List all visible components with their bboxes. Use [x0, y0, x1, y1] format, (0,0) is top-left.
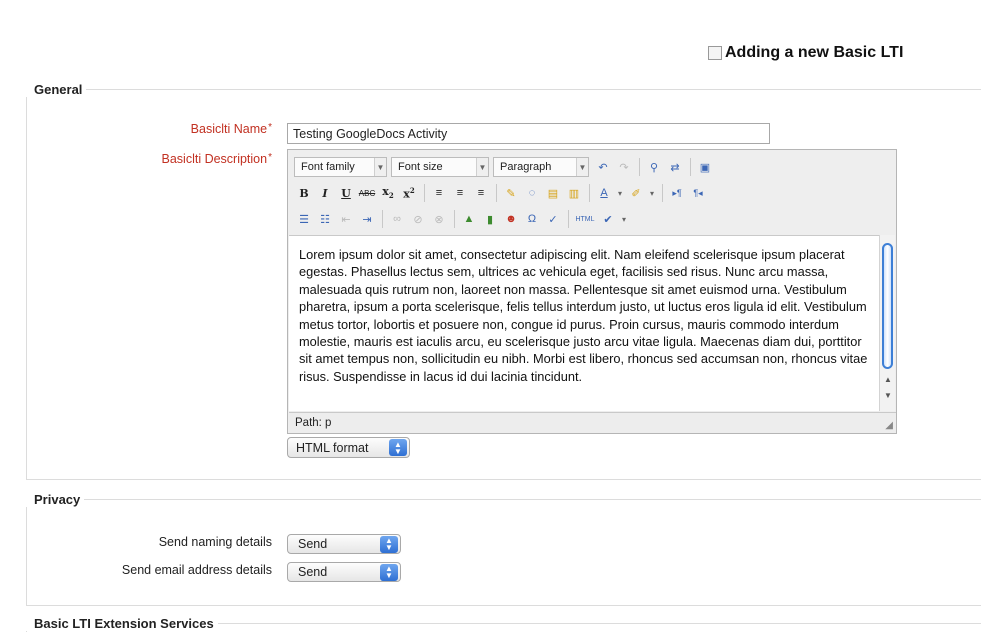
toolbar-separator	[568, 210, 569, 228]
required-icon: *	[268, 122, 272, 133]
paste-word-icon[interactable]: ▥	[564, 183, 584, 203]
dropdown-arrow-icon: ▼	[374, 158, 386, 176]
spellchecker-icon[interactable]: ✔	[598, 209, 618, 229]
numbered-list-icon[interactable]: ☷	[315, 209, 335, 229]
bullet-list-icon[interactable]: ☰	[294, 209, 314, 229]
page-heading: Adding a new Basic LTI	[708, 44, 903, 62]
privacy-section: Privacy	[26, 492, 981, 606]
find-icon[interactable]: ⚲	[644, 157, 664, 177]
undo-icon[interactable]: ↶	[593, 157, 613, 177]
select-stepper-icon: ▲ ▼	[389, 439, 407, 456]
description-label: Basiclti Description*	[161, 152, 273, 166]
image-icon[interactable]: ▲	[459, 209, 479, 229]
editor-path-bar: Path: p ◢	[289, 412, 896, 433]
scrollbar-thumb[interactable]	[882, 243, 893, 369]
select-stepper-icon: ▲ ▼	[380, 535, 398, 553]
highlight-color-icon[interactable]: ✐	[626, 183, 646, 203]
page-title: Adding a new Basic LTI	[725, 44, 904, 61]
format-select[interactable]: HTML format ▲ ▼	[287, 437, 410, 458]
underline-icon[interactable]: U	[336, 183, 356, 203]
fullscreen-icon[interactable]: ▣	[695, 157, 715, 177]
nolink-icon[interactable]: ⊗	[429, 209, 449, 229]
dropdown-arrow-icon[interactable]: ▾	[647, 183, 657, 203]
toolbar-separator	[589, 184, 590, 202]
dropdown-arrow-icon: ▼	[476, 158, 488, 176]
name-input[interactable]	[287, 123, 770, 144]
link-icon[interactable]: ∞	[387, 209, 407, 229]
toolbar-row-3: ☰ ☷ ⇤ ⇥ ∞ ⊘ ⊗ ▲ ▮ ☻ Ω ✓ HTML ✔ ▾	[294, 208, 630, 230]
select-stepper-icon: ▲ ▼	[380, 563, 398, 581]
toolbar-separator	[496, 184, 497, 202]
ltr-icon[interactable]: ▸¶	[667, 183, 687, 203]
resize-handle-icon[interactable]: ◢	[885, 420, 893, 431]
naming-select[interactable]: Send ▲ ▼	[287, 534, 401, 554]
paragraph-select[interactable]: Paragraph ▼	[493, 157, 589, 177]
bold-icon[interactable]: B	[294, 183, 314, 203]
align-center-icon[interactable]: ≡	[450, 183, 470, 203]
cleanup-icon[interactable]: ✎	[501, 183, 521, 203]
replace-icon[interactable]: ⇄	[665, 157, 685, 177]
text-color-icon[interactable]: A	[594, 183, 614, 203]
dropdown-arrow-icon[interactable]: ▾	[619, 209, 629, 229]
broken-image-icon	[708, 46, 722, 60]
extension-section: Basic LTI Extension Services	[26, 616, 981, 632]
general-legend: General	[34, 82, 83, 97]
font-family-select[interactable]: Font family ▼	[294, 157, 387, 177]
special-char-icon[interactable]: Ω	[522, 209, 542, 229]
toolbar-row-2: B I U ABC x2 x2 ≡ ≡ ≡ ✎ ◌ ▤ ▥ A ▾ ✐ ▾ ▸¶…	[294, 182, 709, 204]
redo-icon[interactable]: ↷	[614, 157, 634, 177]
align-left-icon[interactable]: ≡	[429, 183, 449, 203]
italic-icon[interactable]: I	[315, 183, 335, 203]
editor-content[interactable]: Lorem ipsum dolor sit amet, consectetur …	[289, 235, 879, 411]
toolbar-separator	[424, 184, 425, 202]
toolbar-row-1: Font family ▼ Font size ▼ Paragraph ▼ ↶ …	[294, 156, 716, 178]
rich-text-editor: Font family ▼ Font size ▼ Paragraph ▼ ↶ …	[287, 149, 897, 434]
spellcheck-icon[interactable]: ✓	[543, 209, 563, 229]
toolbar-separator	[690, 158, 691, 176]
superscript-icon[interactable]: x2	[399, 183, 419, 203]
unlink-icon[interactable]: ⊘	[408, 209, 428, 229]
dropdown-arrow-icon: ▼	[576, 158, 588, 176]
remove-format-icon[interactable]: ◌	[522, 183, 542, 203]
editor-scrollbar[interactable]: ▲ ▼	[879, 235, 895, 411]
strikethrough-icon[interactable]: ABC	[357, 183, 377, 203]
toolbar-separator	[382, 210, 383, 228]
media-icon[interactable]: ▮	[480, 209, 500, 229]
paste-text-icon[interactable]: ▤	[543, 183, 563, 203]
dropdown-arrow-icon[interactable]: ▾	[615, 183, 625, 203]
emoticon-icon[interactable]: ☻	[501, 209, 521, 229]
scroll-up-icon[interactable]: ▲	[883, 375, 893, 384]
required-icon: *	[268, 152, 272, 163]
font-size-select[interactable]: Font size ▼	[391, 157, 489, 177]
email-label: Send email address details	[121, 563, 272, 577]
scroll-down-icon[interactable]: ▼	[883, 391, 893, 400]
toolbar-separator	[639, 158, 640, 176]
name-label: Basiclti Name*	[190, 122, 272, 136]
extension-legend: Basic LTI Extension Services	[34, 616, 214, 631]
align-right-icon[interactable]: ≡	[471, 183, 491, 203]
rtl-icon[interactable]: ¶◂	[688, 183, 708, 203]
outdent-icon[interactable]: ⇤	[336, 209, 356, 229]
html-source-icon[interactable]: HTML	[573, 209, 597, 229]
toolbar-separator	[662, 184, 663, 202]
indent-icon[interactable]: ⇥	[357, 209, 377, 229]
subscript-icon[interactable]: x2	[378, 183, 398, 203]
naming-label: Send naming details	[158, 535, 272, 549]
email-select[interactable]: Send ▲ ▼	[287, 562, 401, 582]
toolbar-separator	[454, 210, 455, 228]
privacy-legend: Privacy	[34, 492, 81, 507]
